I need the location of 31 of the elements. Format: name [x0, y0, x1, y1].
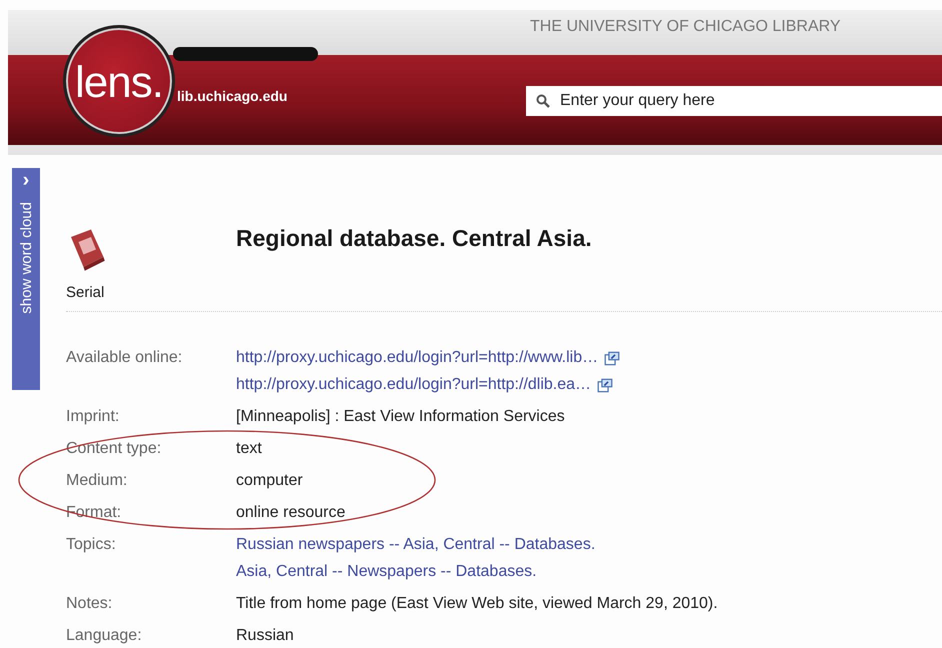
field-label: Format: [66, 505, 122, 521]
field-label: Language: [66, 628, 143, 644]
lens-handle-icon [173, 47, 318, 61]
record-title: Regional database. Central Asia. [236, 225, 592, 252]
field-value: online resource [236, 505, 346, 521]
field-label: Content type: [66, 441, 162, 457]
field-link[interactable]: http://proxy.uchicago.edu/login?url=http://dlib.ea… [236, 377, 592, 393]
field-value: computer [236, 473, 303, 489]
field-value: [Minneapolis] : East View Information Services [236, 409, 565, 425]
field-label: Topics: [66, 537, 117, 555]
format-label: Serial [66, 284, 104, 301]
logo-text: lens. [75, 58, 163, 108]
search-input[interactable]: Enter your query here [560, 92, 942, 110]
field-link[interactable]: Asia, Central -- Newspapers -- Databases. [236, 564, 537, 580]
library-name: THE UNIVERSITY OF CHICAGO LIBRARY [530, 18, 841, 36]
field-value: text [236, 441, 262, 457]
field-label: Medium: [66, 473, 128, 489]
field-label: Notes: [66, 596, 114, 612]
search-icon [536, 94, 550, 108]
field-link[interactable]: Russian newspapers -- Asia, Central -- Databases. [236, 537, 596, 553]
external-link-icon[interactable] [597, 378, 614, 392]
field-label: Available online: [66, 350, 184, 368]
logo-domain: lib.uchicago.edu [177, 88, 288, 104]
external-link-icon[interactable] [604, 350, 620, 366]
field-value: Title from home page (East View Web site, viewed March 29, 2010). [236, 596, 718, 612]
field-link[interactable]: http://proxy.uchicago.edu/login?url=http://www.lib… [236, 350, 598, 366]
search-field[interactable]: Enter your query here [526, 86, 942, 116]
field-label: Imprint: [66, 409, 120, 425]
logo[interactable]: lens. lib.uchicago.edu [63, 25, 325, 137]
field-value: Russian [236, 628, 294, 644]
word-cloud-tab[interactable]: › show word cloud [12, 168, 40, 390]
